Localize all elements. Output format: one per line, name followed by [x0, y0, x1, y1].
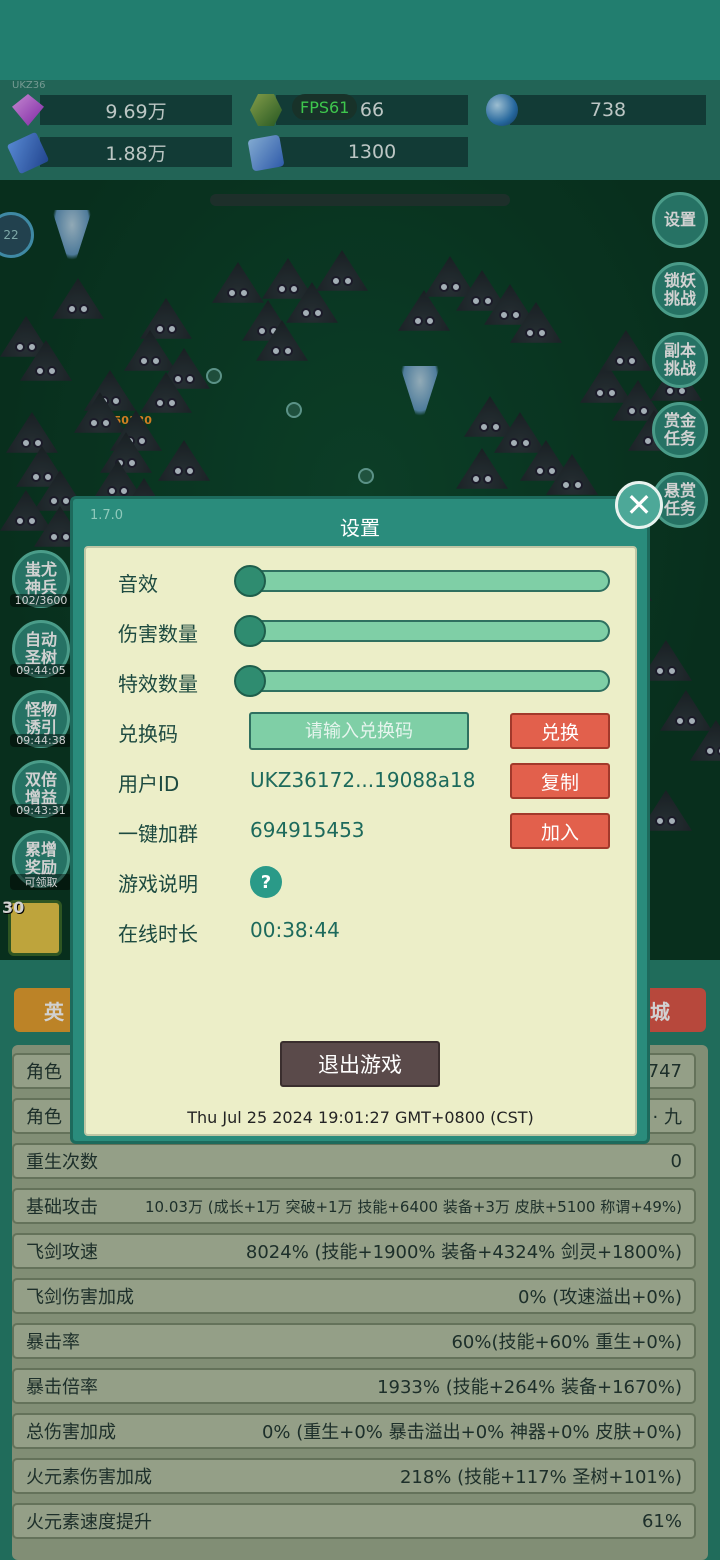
sound-label: 音效 — [118, 572, 158, 596]
damage-count-label: 伤害数量 — [118, 622, 198, 646]
join-button[interactable]: 加入 — [510, 813, 610, 849]
redeem-button[interactable]: 兑换 — [510, 713, 610, 749]
damage-count-slider[interactable] — [236, 620, 610, 642]
exit-game-button[interactable]: 退出游戏 — [280, 1041, 440, 1087]
online-time-value: 00:38:44 — [250, 918, 340, 942]
redeem-code-label: 兑换码 — [118, 722, 178, 746]
sound-slider-knob[interactable] — [234, 565, 266, 597]
join-group-label: 一键加群 — [118, 822, 198, 846]
help-icon[interactable]: ? — [250, 866, 282, 898]
online-time-label: 在线时长 — [118, 922, 198, 946]
user-id-label: 用户ID — [118, 772, 180, 796]
damage-count-slider-knob[interactable] — [234, 615, 266, 647]
game-guide-label: 游戏说明 — [118, 872, 198, 896]
effect-count-label: 特效数量 — [118, 672, 198, 696]
timestamp: Thu Jul 25 2024 19:01:27 GMT+0800 (CST) — [187, 1108, 534, 1127]
group-number: 694915453 — [250, 818, 365, 842]
close-button[interactable]: ✕ — [615, 481, 663, 529]
redeem-code-input[interactable] — [249, 712, 469, 750]
close-icon: ✕ — [625, 486, 653, 524]
effect-count-slider[interactable] — [236, 670, 610, 692]
user-id-value: UKZ36172...19088a18 — [250, 768, 476, 792]
copy-button[interactable]: 复制 — [510, 763, 610, 799]
effect-count-slider-knob[interactable] — [234, 665, 266, 697]
dialog-title: 设置 — [340, 516, 380, 540]
sound-slider[interactable] — [236, 570, 610, 592]
